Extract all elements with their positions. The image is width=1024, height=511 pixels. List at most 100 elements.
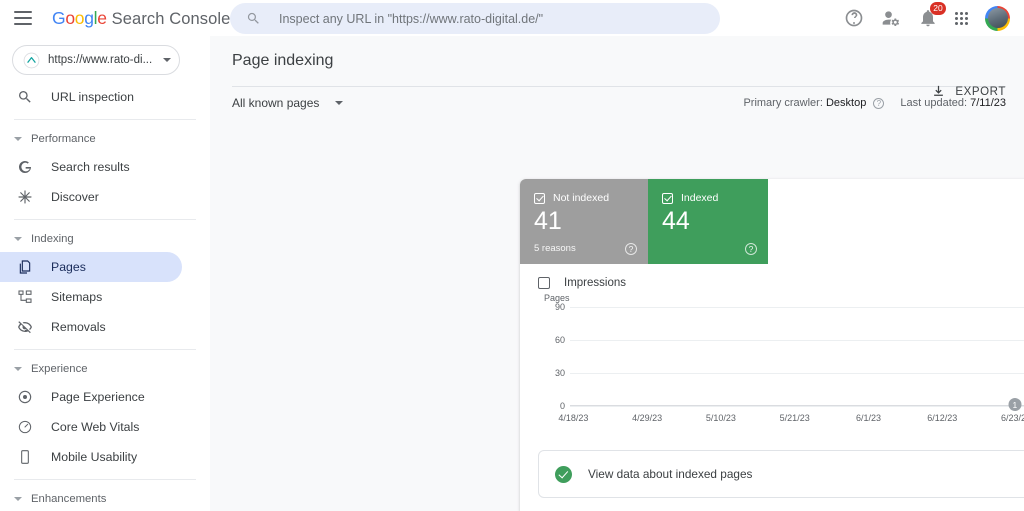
status-tiles: Not indexed 41 5 reasons ? Indexed 44 ?: [520, 179, 1024, 264]
help-icon[interactable]: ?: [873, 98, 885, 109]
core-web-vitals-gauge-icon: [16, 419, 33, 436]
primary-crawler-value: Desktop: [825, 97, 867, 109]
page-experience-icon: [16, 389, 33, 406]
removals-eye-off-icon: [16, 319, 33, 336]
sidebar-item-core-web-vitals[interactable]: Core Web Vitals: [0, 412, 182, 442]
page-filter-label: All known pages: [232, 96, 320, 110]
impressions-toggle[interactable]: Impressions: [520, 264, 1024, 289]
property-label: https://www.rato-di...: [48, 54, 153, 66]
sidebar-item-label: URL inspection: [51, 90, 134, 104]
sidebar-item-search-results[interactable]: Search results: [0, 152, 182, 182]
chart-y-tick: 60: [554, 334, 565, 345]
indexing-chart: Pages 0 30 60 90 4/18/23 4/29/23 5/10/23 5/21/…: [538, 293, 1024, 428]
sidebar-divider: [14, 349, 196, 350]
main-content: Page indexing EXPORT All known pages Pri…: [210, 36, 1024, 511]
sidebar-item-discover[interactable]: Discover: [0, 182, 182, 212]
chart-x-axis: 4/18/23 4/29/23 5/10/23 5/21/23 6/1/23 6/12/2…: [558, 410, 1024, 428]
help-icon[interactable]: ?: [625, 243, 637, 255]
sidebar-item-pages[interactable]: Pages: [0, 252, 182, 282]
chart-x-tick: 6/12/23: [927, 413, 958, 423]
discover-sparkle-icon: [16, 189, 33, 206]
chart-y-tick: 30: [554, 367, 565, 378]
top-icon-group: 20: [844, 2, 1012, 31]
sidebar: https://www.rato-di... URL inspection Pe…: [0, 36, 210, 511]
status-tile-not-indexed[interactable]: Not indexed 41 5 reasons ?: [520, 179, 648, 264]
chart-plot-area: 0 30 60 90: [555, 302, 1024, 411]
search-input[interactable]: [279, 11, 704, 26]
apps-grid-icon[interactable]: [955, 11, 968, 25]
tile-label: Indexed: [681, 192, 719, 204]
chart-bars: [570, 307, 1024, 406]
chart-gridline: [570, 372, 1024, 374]
checkbox-icon[interactable]: [534, 192, 545, 204]
status-tile-indexed[interactable]: Indexed 44 ?: [648, 179, 768, 264]
sidebar-item-page-experience[interactable]: Page Experience: [0, 382, 182, 412]
help-icon[interactable]: ?: [745, 243, 757, 255]
sidebar-item-label: Page Experience: [51, 390, 145, 404]
page-filter-dropdown[interactable]: All known pages: [232, 96, 344, 110]
sidebar-group-indexing[interactable]: Indexing: [0, 226, 210, 252]
chart-x-tick: 5/21/23: [779, 413, 810, 423]
sidebar-group-label: Experience: [31, 363, 88, 375]
search-icon: [247, 12, 259, 24]
chevron-down-icon: [14, 497, 22, 501]
sidebar-item-label: Sitemaps: [51, 290, 103, 304]
primary-crawler: Primary crawler: Desktop ?: [743, 97, 885, 109]
chart-y-tick: 90: [554, 302, 565, 312]
success-check-icon: [555, 465, 572, 483]
tile-label: Not indexed: [553, 192, 610, 204]
sidebar-group-label: Performance: [31, 133, 96, 145]
sidebar-group-experience[interactable]: Experience: [0, 356, 210, 382]
view-indexed-pages-callout[interactable]: View data about indexed pages: [538, 450, 1024, 498]
chevron-down-icon: [335, 101, 344, 105]
filter-row: All known pages Primary crawler: Desktop…: [210, 87, 1024, 110]
avatar[interactable]: [985, 5, 1010, 31]
help-icon[interactable]: [844, 8, 864, 28]
sidebar-item-label: Mobile Usability: [51, 450, 138, 464]
property-selector[interactable]: https://www.rato-di...: [12, 45, 180, 75]
hamburger-menu-icon[interactable]: [14, 11, 32, 25]
tile-sub: 5 reasons: [534, 243, 576, 254]
chart-gridline: [570, 307, 1024, 308]
sidebar-divider: [14, 119, 196, 120]
sidebar-group-performance[interactable]: Performance: [0, 126, 210, 152]
impressions-checkbox[interactable]: [538, 277, 550, 289]
chart-annotation-marker[interactable]: 1: [1008, 398, 1022, 411]
checkbox-icon[interactable]: [662, 192, 673, 204]
sidebar-divider: [14, 219, 196, 220]
main-header: Page indexing: [210, 36, 1024, 70]
last-updated-label: Last updated:: [900, 97, 968, 109]
chevron-down-icon: [14, 367, 22, 371]
app-brand: Google Search Console: [52, 8, 230, 29]
sidebar-item-label: Search results: [51, 160, 130, 174]
sitemaps-icon: [16, 289, 33, 306]
top-bar: Google Search Console 20: [0, 0, 1024, 36]
sidebar-item-removals[interactable]: Removals: [0, 312, 182, 342]
tile-value: 41: [534, 207, 562, 235]
sidebar-item-url-inspection[interactable]: URL inspection: [0, 82, 182, 112]
notifications-bell-icon[interactable]: 20: [918, 2, 946, 28]
primary-crawler-label: Primary crawler:: [743, 97, 823, 109]
callout-label: View data about indexed pages: [588, 467, 753, 481]
chart-x-tick: 4/29/23: [632, 413, 663, 423]
sidebar-item-label: Pages: [51, 260, 86, 274]
chart-x-tick: 4/18/23: [558, 413, 589, 423]
sidebar-group-label: Indexing: [31, 233, 74, 245]
last-updated-value: 7/11/23: [970, 97, 1006, 109]
pages-icon: [16, 259, 33, 276]
account-settings-icon[interactable]: [881, 8, 901, 28]
sidebar-divider: [14, 479, 196, 480]
chart-y-tick: 0: [559, 401, 565, 411]
chart-gridline: [570, 339, 1024, 341]
meta-row: Primary crawler: Desktop ? Last updated:…: [743, 97, 1006, 109]
sidebar-group-label: Enhancements: [31, 493, 107, 505]
page-body: https://www.rato-di... URL inspection Pe…: [0, 36, 1024, 511]
chart-x-tick: 6/23/23: [1001, 413, 1024, 423]
chart-x-tick: 5/10/23: [705, 413, 736, 423]
sidebar-group-enhancements[interactable]: Enhancements: [0, 486, 210, 511]
sidebar-item-mobile-usability[interactable]: Mobile Usability: [0, 442, 182, 472]
search-bar[interactable]: [230, 3, 720, 34]
impressions-label: Impressions: [564, 277, 626, 289]
last-updated: Last updated: 7/11/23: [900, 97, 1006, 109]
sidebar-item-sitemaps[interactable]: Sitemaps: [0, 282, 182, 312]
